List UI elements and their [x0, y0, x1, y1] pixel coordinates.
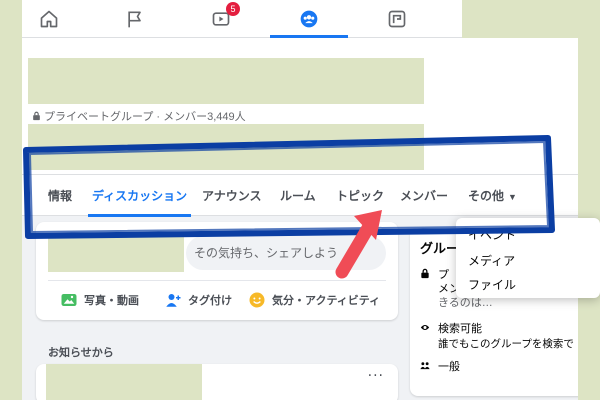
post-composer: その気持ち、シェアしよう 写真・動画 タグ付け 気分・アクティビティ: [36, 222, 398, 320]
video-icon[interactable]: 5: [208, 2, 240, 32]
redacted-area: [462, 0, 578, 38]
groups-icon[interactable]: [296, 6, 322, 32]
tab-info[interactable]: 情報: [48, 175, 72, 217]
about-title: グルー: [420, 241, 460, 256]
menu-item-files[interactable]: ファイル: [468, 276, 516, 293]
tab-rooms[interactable]: ルーム: [280, 175, 316, 217]
home-icon[interactable]: [36, 6, 62, 32]
visible-info-row: 検索可能 誰でもこのグループを検索で: [420, 320, 574, 351]
feeling-icon: [249, 292, 265, 308]
announcements-heading: お知らせから: [48, 347, 114, 359]
divider: [48, 280, 386, 281]
notification-badge: 5: [226, 2, 240, 16]
category-row: 一般: [420, 358, 460, 374]
privacy-text: プライベートグループ · メンバー3,449人: [44, 111, 246, 123]
top-navigation-bar: 5: [22, 0, 578, 38]
tab-members[interactable]: メンバー: [400, 175, 448, 217]
facebook-group-page: 5 プライベートグループ · メンバー3,449人 情報 ディスカッション アナ…: [22, 0, 578, 400]
redacted-post-author: [46, 364, 202, 400]
eye-icon: [420, 325, 430, 330]
more-menu-dropdown: イベント メディア ファイル: [456, 218, 600, 298]
redacted-member-avatars: [28, 124, 424, 170]
feeling-activity-button[interactable]: 気分・アクティビティ: [248, 288, 380, 312]
menu-item-events[interactable]: イベント: [468, 226, 516, 243]
tab-topics[interactable]: トピック: [336, 175, 384, 217]
feed-post: ···: [36, 364, 398, 400]
photo-video-button[interactable]: 写真・動画: [60, 288, 139, 312]
photo-icon: [61, 294, 77, 306]
tab-announcements[interactable]: アナウンス: [202, 175, 262, 217]
gaming-icon[interactable]: [384, 6, 410, 32]
lock-icon: [33, 111, 40, 121]
flag-icon[interactable]: [122, 6, 148, 32]
more-options-icon[interactable]: ···: [368, 368, 384, 384]
chevron-down-icon: ▼: [508, 192, 517, 202]
tag-people-icon: [166, 294, 181, 307]
group-privacy-info: プライベートグループ · メンバー3,449人: [32, 108, 246, 124]
tab-more[interactable]: その他 ▼: [468, 175, 517, 217]
redacted-avatar: [48, 234, 184, 272]
group-tabs: 情報 ディスカッション アナウンス ルーム トピック メンバー その他 ▼: [22, 174, 578, 217]
composer-input[interactable]: その気持ち、シェアしよう: [186, 236, 386, 270]
people-icon: [420, 362, 430, 370]
lock-icon: [421, 268, 429, 279]
redacted-group-title: [28, 58, 424, 104]
tab-discussion[interactable]: ディスカッション: [87, 175, 192, 217]
tag-people-button[interactable]: タグ付け: [164, 288, 232, 312]
group-header: プライベートグループ · メンバー3,449人: [22, 38, 578, 174]
menu-item-media[interactable]: メディア: [468, 252, 515, 269]
